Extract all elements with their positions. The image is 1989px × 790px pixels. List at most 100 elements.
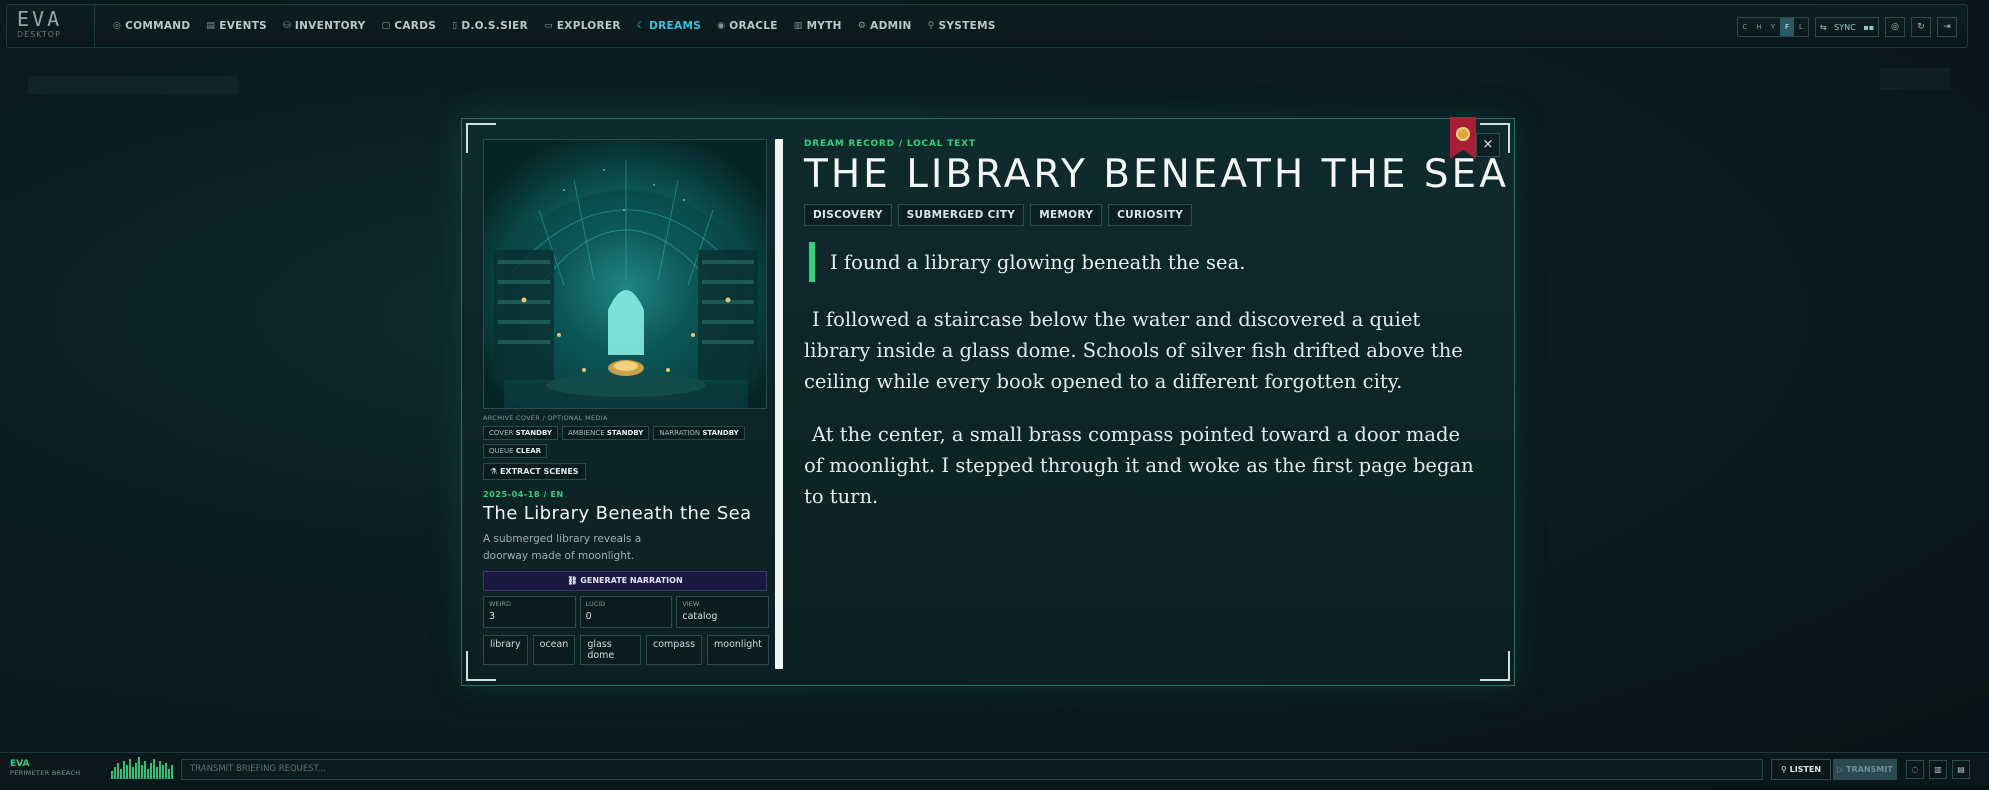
dream-paragraph: I followed a staircase below the water a… [804,308,1463,393]
listen-button[interactable]: ⚲ LISTEN [1771,759,1831,780]
nav-label: SYSTEMS [938,20,996,32]
sync-indicator-icon: ▪▪ [1863,22,1875,32]
dream-record-modal: ARCHIVE COVER / OPTIONAL MEDIA COVER STA… [461,117,1515,686]
waveform-bar [135,763,137,779]
chat-icon[interactable]: ◌ [1906,760,1924,779]
lead-text: I found a library glowing beneath the se… [830,250,1246,274]
nav-item-explorer[interactable]: ▭ EXPLORER [536,4,629,48]
archive-icon[interactable]: ▤ [1952,760,1970,779]
mode-option[interactable]: Y [1766,18,1780,36]
sidebar-scrollbar[interactable] [775,139,783,669]
media-status-value: STANDBY [606,429,644,437]
app-name: EVA [17,7,63,31]
mode-option[interactable]: L [1794,18,1808,36]
nav-item-systems[interactable]: ⚲ SYSTEMS [920,4,1004,48]
nav-label: INVENTORY [294,20,366,32]
nav-item-events[interactable]: ▤ EVENTS [198,4,275,48]
dream-summary: A submerged library reveals a doorway ma… [483,533,642,562]
dossier-icon: ▯ [452,21,458,31]
waveform-bar [147,769,149,779]
waveform-bar [153,759,155,779]
waveform-bar [141,765,143,779]
theme-tag[interactable]: SUBMERGED CITY [897,204,1025,226]
record-kicker: DREAM RECORD / LOCAL TEXT [804,139,976,149]
stat-value: 0 [585,611,592,622]
events-icon: ▤ [206,21,216,31]
trash-icon[interactable]: ▥ [1929,760,1947,779]
theme-tag[interactable]: CURIOSITY [1108,204,1193,226]
dream-tags: library ocean glass dome compass moonlight [483,635,769,665]
theme-tag[interactable]: MEMORY [1030,204,1103,226]
mode-option[interactable]: F [1780,18,1794,36]
nav-label: CARDS [394,20,437,32]
tag-chip[interactable]: compass [645,635,703,665]
dream-content: DREAM RECORD / LOCAL TEXT THE LIBRARY BE… [804,139,1509,512]
nav-label: EVENTS [219,20,268,32]
transmit-input[interactable]: TRANSMIT BRIEFING REQUEST... [181,759,1763,780]
command-icon: ◎ [113,21,122,31]
extract-scenes-button[interactable]: ⚗ EXTRACT SCENES [483,463,586,480]
agent-name: EVA [10,759,30,769]
nav-item-admin[interactable]: ⚙ ADMIN [850,4,920,48]
theme-tag[interactable]: DISCOVERY [804,204,892,226]
agent-status: EVA PERIMETER BREACH [10,759,80,777]
generate-narration-label: GENERATE NARRATION [580,576,683,585]
media-status-label: COVER [489,429,514,437]
top-nav-bar: EVA DESKTOP ◎ COMMAND ▤ EVENTS ⛁ INVENTORY ▢ CA… [6,4,1968,48]
quote-accent-bar [809,242,815,282]
target-icon[interactable]: ◎ [1885,17,1905,37]
oracle-icon: ◉ [717,21,726,31]
nav-item-command[interactable]: ◎ COMMAND [105,4,198,48]
nav-label: EXPLORER [556,20,621,32]
nav-item-inventory[interactable]: ⛁ INVENTORY [275,4,374,48]
nav-label: COMMAND [125,20,191,32]
media-status-value: CLEAR [515,447,542,455]
listen-label: LISTEN [1789,765,1822,774]
audio-waveform [111,757,174,779]
inventory-icon: ⛁ [283,21,291,31]
agent-status-text: PERIMETER BREACH [10,769,81,777]
tag-chip[interactable]: glass dome [580,635,641,665]
sync-label: SYNC [1834,22,1856,32]
waveform-bar [156,767,158,779]
theme-tags: DISCOVERY SUBMERGED CITY MEMORY CURIOSITY [804,204,1484,226]
waveform-bar [132,767,134,779]
refresh-icon[interactable]: ↻ [1911,17,1931,37]
admin-icon: ⚙ [857,21,867,31]
record-title: THE LIBRARY BENEATH THE SEA [804,152,1509,197]
mode-segmented-control[interactable]: CHYFL [1737,17,1809,37]
dream-sidebar: ARCHIVE COVER / OPTIONAL MEDIA COVER STA… [483,139,770,669]
app-brand[interactable]: EVA DESKTOP [7,4,95,48]
extract-icon: ⚗ [490,467,498,476]
tag-chip[interactable]: ocean [532,635,576,665]
explorer-icon: ▭ [544,21,553,31]
nav-item-dossier[interactable]: ▯ D.O.S.SIER [444,4,536,48]
waveform-bar [129,759,131,779]
nav-item-myth[interactable]: ▥ MYTH [786,4,850,48]
nav-item-dreams[interactable]: ☾ DREAMS [629,4,709,48]
sync-toggle[interactable]: ⇆ SYNC ▪▪ [1815,17,1879,37]
waveform-bar [114,767,116,779]
dream-title: The Library Beneath the Sea [483,503,752,524]
dream-stats: WEIRD 3 LUCID 0 VIEW catalog [483,596,770,628]
mode-option[interactable]: H [1752,18,1766,36]
exit-icon[interactable]: ⇥ [1937,17,1957,37]
close-button[interactable]: × [1476,133,1500,157]
tag-chip[interactable]: library [483,635,528,665]
waveform-bar [144,761,146,779]
nav-label: ADMIN [870,20,912,32]
tag-chip[interactable]: moonlight [707,635,769,665]
waveform-bar [117,763,119,779]
dream-paragraph: At the center, a small brass compass poi… [804,423,1474,508]
mode-option[interactable]: C [1738,18,1752,36]
media-status-value: STANDBY [515,429,552,437]
nav-label: ORACLE [729,20,778,32]
stat-key: WEIRD [489,600,511,608]
stat-view: VIEW catalog [676,596,770,628]
generate-narration-button[interactable]: ⛓ GENERATE NARRATION [483,571,767,591]
transmit-button[interactable]: ▷ TRANSMIT [1833,759,1897,780]
nav-item-cards[interactable]: ▢ CARDS [374,4,445,48]
send-icon: ▷ [1837,765,1844,774]
nav-item-oracle[interactable]: ◉ ORACLE [709,4,786,48]
media-status-chips: COVER STANDBY AMBIENCE STANDBY NARRATION S… [483,426,769,458]
